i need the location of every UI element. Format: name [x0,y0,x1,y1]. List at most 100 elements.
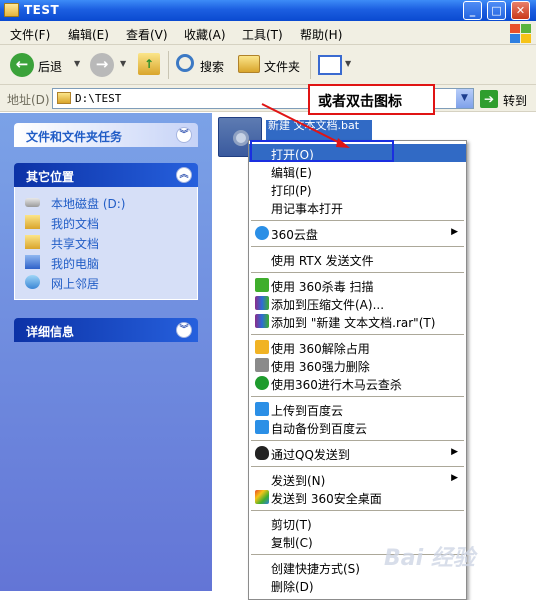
highlight-box [250,140,394,162]
ctx-add-rar[interactable]: 添加到 "新建 文本文档.rar"(T) [249,312,466,330]
menu-view[interactable]: 查看(V) [126,26,168,43]
shield-icon [255,278,269,292]
toolbar: ← 后退 ▼ → ▼ ↑ 搜索 文件夹 ▼ [0,45,536,85]
menu-separator [251,396,464,397]
ctx-360-force-delete[interactable]: 使用 360强力删除 [249,356,466,374]
place-my-computer[interactable]: 我的电脑 [25,253,197,273]
ctx-360-cloud[interactable]: 360云盘 ▶ [249,224,466,242]
ctx-send-qq[interactable]: 通过QQ发送到 ▶ [249,444,466,462]
annotation-callout: 或者双击图标 [308,84,435,115]
ctx-edit[interactable]: 编辑(E) [249,162,466,180]
ctx-send-360-desktop[interactable]: 发送到 360安全桌面 [249,488,466,506]
menu-separator [251,220,464,221]
virus-scan-icon [255,376,269,390]
baidu-cloud-icon [255,420,269,434]
place-my-documents[interactable]: 我的文档 [25,213,197,233]
place-label: 我的文档 [51,217,100,231]
window-title: TEST [24,3,60,17]
views-dropdown-icon[interactable]: ▼ [345,59,351,68]
forward-arrow-icon[interactable]: → [90,53,114,77]
folder-icon [4,3,19,17]
ctx-send-to[interactable]: 发送到(N) ▶ [249,470,466,488]
collapse-chevron-icon[interactable]: ︽ [176,167,192,183]
ctx-backup-baidu[interactable]: 自动备份到百度云 [249,418,466,436]
desktop-icon [255,490,269,504]
shredder-icon [255,358,269,372]
other-places-title: 其它位置 [26,170,75,184]
ctx-360-trojan-scan[interactable]: 使用360进行木马云查杀 [249,374,466,392]
place-local-disk[interactable]: 本地磁盘 (D:) [25,193,197,213]
file-folder-tasks-header[interactable]: 文件和文件夹任务 ︾ [14,123,198,147]
other-places-list: 本地磁盘 (D:) 我的文档 共享文档 我的电脑 网上邻居 [14,187,198,300]
computer-icon [25,255,40,269]
details-header[interactable]: 详细信息 ︾ [14,318,198,342]
search-button[interactable]: 搜索 [200,58,224,75]
back-button[interactable]: 后退 [38,58,62,75]
ctx-delete[interactable]: 删除(D) [249,576,466,594]
windows-logo-icon [508,23,532,43]
menu-separator [251,440,464,441]
baidu-cloud-icon [255,402,269,416]
menu-favorites[interactable]: 收藏(A) [184,26,226,43]
place-label: 共享文档 [51,237,100,251]
gear-icon [233,130,249,146]
place-network[interactable]: 网上邻居 [25,273,197,293]
menu-separator [251,466,464,467]
ctx-add-archive[interactable]: 添加到压缩文件(A)... [249,294,466,312]
other-places-panel: 其它位置 ︽ 本地磁盘 (D:) 我的文档 共享文档 我的电脑 网上邻居 [14,163,198,300]
back-arrow-icon[interactable]: ← [10,53,34,77]
unlock-icon [255,340,269,354]
maximize-button[interactable]: □ [487,1,506,20]
address-label: 地址(D) [7,93,50,107]
expand-chevron-icon[interactable]: ︾ [176,127,192,143]
folders-icon [238,55,260,73]
network-icon [25,275,40,289]
place-label: 本地磁盘 (D:) [51,197,126,211]
menu-separator [251,272,464,273]
ctx-upload-baidu[interactable]: 上传到百度云 [249,400,466,418]
folder-icon [57,92,71,104]
ctx-open-with-notepad[interactable]: 用记事本打开 [249,198,466,216]
cloud-icon [255,226,269,240]
shared-folder-icon [25,235,40,249]
expand-chevron-icon[interactable]: ︾ [176,322,192,338]
ctx-360-antivirus[interactable]: 使用 360杀毒 扫描 [249,276,466,294]
menu-file[interactable]: 文件(F) [10,26,50,43]
close-button[interactable]: ✕ [511,1,530,20]
title-bar: TEST _ □ ✕ [0,0,536,21]
forward-dropdown-icon[interactable]: ▼ [120,59,126,68]
details-panel: 详细信息 ︾ [14,318,198,342]
back-dropdown-icon[interactable]: ▼ [74,59,80,68]
other-places-header[interactable]: 其它位置 ︽ [14,163,198,187]
baidu-watermark: Bai 经验 [384,546,475,571]
drive-icon [25,198,40,207]
goto-arrow-icon[interactable]: ➔ [480,90,498,108]
up-folder-icon[interactable]: ↑ [138,53,160,75]
menu-edit[interactable]: 编辑(E) [68,26,109,43]
ctx-360-unlock[interactable]: 使用 360解除占用 [249,338,466,356]
submenu-arrow-icon: ▶ [451,227,458,237]
views-icon[interactable] [318,55,342,75]
place-label: 网上邻居 [51,277,100,291]
menu-separator [251,334,464,335]
menu-tools[interactable]: 工具(T) [242,26,283,43]
address-bar: 地址(D) D:\TEST ▼ ➔ 转到 [0,85,536,112]
folders-button[interactable]: 文件夹 [264,58,300,75]
file-folder-tasks-panel: 文件和文件夹任务 ︾ [14,123,198,147]
goto-button[interactable]: 转到 [503,92,527,109]
qq-penguin-icon [255,446,269,460]
address-dropdown-icon[interactable]: ▼ [456,89,473,108]
toolbar-separator [168,51,169,79]
task-pane: 文件和文件夹任务 ︾ 其它位置 ︽ 本地磁盘 (D:) 我的文档 共享文档 我的… [0,113,212,591]
archive-icon [255,314,269,328]
menu-bar: 文件(F) 编辑(E) 查看(V) 收藏(A) 工具(T) 帮助(H) [0,21,536,45]
ctx-print[interactable]: 打印(P) [249,180,466,198]
ctx-rtx-send[interactable]: 使用 RTX 发送文件 [249,250,466,268]
place-shared-documents[interactable]: 共享文档 [25,233,197,253]
context-menu: 打开(O) 编辑(E) 打印(P) 用记事本打开 360云盘 ▶ 使用 RTX 发… [248,140,467,600]
menu-separator [251,246,464,247]
menu-help[interactable]: 帮助(H) [300,26,342,43]
submenu-arrow-icon: ▶ [451,447,458,457]
ctx-cut[interactable]: 剪切(T) [249,514,466,532]
minimize-button[interactable]: _ [463,1,482,20]
